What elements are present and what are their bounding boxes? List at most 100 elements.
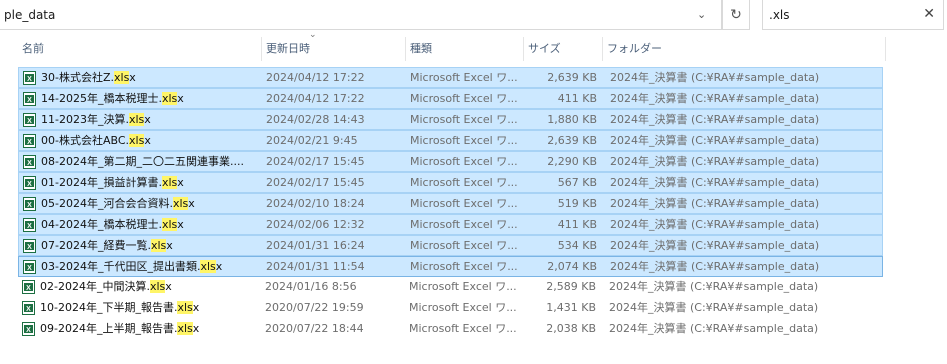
excel-file-icon: X [23, 134, 36, 148]
file-folder: 2024年_決算書 (C:¥RA¥#sample_data) [610, 239, 820, 252]
file-row[interactable]: X 03-2024年_千代田区_提出書類.xlsx 2024/01/31 11:54… [18, 256, 883, 277]
svg-text:X: X [27, 244, 32, 251]
file-name-prefix: 10-2024年_下半期_報告書. [40, 301, 178, 314]
file-name[interactable]: 30-株式会社Z.xlsx [41, 68, 276, 89]
column-date[interactable]: 更新日時 [261, 37, 405, 61]
file-row[interactable]: X 04-2024年_橋本税理士.xlsx 2024/02/06 12:32 Micr… [18, 214, 883, 235]
file-type: Microsoft Excel ワ... [410, 197, 518, 210]
file-name-prefix: 03-2024年_千代田区_提出書類. [41, 260, 201, 273]
excel-file-icon: X [23, 113, 36, 127]
file-folder: 2024年_決算書 (C:¥RA¥#sample_data) [609, 322, 819, 335]
search-match-highlight: xls [129, 134, 145, 147]
file-name[interactable]: 03-2024年_千代田区_提出書類.xlsx [41, 257, 276, 278]
file-row[interactable]: X 00-株式会社ABC.xlsx 2024/02/21 9:45 Microsoft… [18, 130, 883, 151]
file-name[interactable]: 14-2025年_橋本税理士.xlsx [41, 89, 276, 110]
search-input[interactable]: .xls [769, 8, 790, 22]
excel-file-icon: X [23, 239, 36, 253]
file-name-suffix: x [215, 260, 223, 273]
file-row[interactable]: X 14-2025年_橋本税理士.xlsx 2024/04/12 17:22 Micr… [18, 88, 883, 109]
close-icon[interactable]: ✕ [923, 6, 935, 22]
file-type: Microsoft Excel ワ... [409, 280, 517, 293]
file-name-suffix: x [177, 218, 184, 231]
file-name-suffix: x [144, 134, 151, 147]
file-name[interactable]: 02-2024年_中間決算.xlsx [40, 277, 275, 298]
search-match-highlight: xls [149, 280, 166, 293]
svg-text:X: X [27, 160, 32, 167]
file-name[interactable]: 10-2024年_下半期_報告書.xlsx [40, 298, 275, 319]
file-name-prefix: 02-2024年_中間決算. [40, 280, 150, 293]
file-row[interactable]: X 10-2024年_下半期_報告書.xlsx 2020/07/22 19:59 Mi… [18, 298, 883, 319]
file-size: 567 KB [557, 176, 597, 189]
file-folder: 2024年_決算書 (C:¥RA¥#sample_data) [610, 155, 820, 168]
chevron-down-icon[interactable]: ⌄ [697, 8, 706, 21]
file-name[interactable]: 04-2024年_橋本税理士.xlsx [41, 215, 276, 236]
excel-file-icon: X [23, 260, 36, 274]
excel-file-icon: X [23, 218, 36, 232]
file-name-suffix: x [144, 113, 151, 126]
file-name[interactable]: 08-2024年_第二期_二〇二五関連事業.... [41, 152, 276, 173]
excel-file-icon: X [22, 301, 35, 315]
column-size[interactable]: サイズ [523, 37, 602, 61]
file-name[interactable]: 11-2023年_決算.xlsx [41, 110, 276, 131]
file-name-prefix: 04-2024年_橋本税理士. [41, 218, 162, 231]
file-folder: 2024年_決算書 (C:¥RA¥#sample_data) [610, 197, 820, 210]
file-name-suffix: x [192, 301, 200, 314]
file-row[interactable]: X 02-2024年_中間決算.xlsx 2024/01/16 8:56 Micros… [18, 277, 883, 298]
file-name-suffix: x [188, 197, 195, 210]
file-name-prefix: 30-株式会社Z. [41, 71, 114, 84]
svg-text:X: X [27, 97, 32, 104]
file-row[interactable]: X 08-2024年_第二期_二〇二五関連事業.... 2024/02/17 15:… [18, 151, 883, 172]
column-type[interactable]: 種類 [405, 37, 523, 61]
file-row[interactable]: X 05-2024年_河合会合資料.xlsx 2024/02/10 18:24 Mic… [18, 193, 883, 214]
file-type: Microsoft Excel ワ... [410, 176, 518, 189]
file-folder: 2024年_決算書 (C:¥RA¥#sample_data) [610, 176, 820, 189]
column-header: 名前 更新日時 種類 サイズ フォルダー [18, 37, 886, 61]
file-name[interactable]: 01-2024年_損益計算書.xlsx [41, 173, 276, 194]
file-list: X 30-株式会社Z.xlsx 2024/04/12 17:22 Microsoft … [18, 67, 883, 340]
file-name-prefix: 14-2025年_橋本税理士. [41, 92, 162, 105]
file-size: 2,639 KB [547, 134, 597, 147]
file-folder: 2024年_決算書 (C:¥RA¥#sample_data) [610, 218, 820, 231]
file-row[interactable]: X 11-2023年_決算.xlsx 2024/02/28 14:43 Microso… [18, 109, 883, 130]
column-folder[interactable]: フォルダー [602, 37, 886, 61]
file-name-prefix: 07-2024年_経費一覧. [41, 239, 151, 252]
file-size: 2,074 KB [547, 260, 597, 273]
file-name-prefix: 08-2024年_第二期_二〇二五関連事業.... [41, 155, 244, 168]
excel-file-icon: X [23, 92, 36, 106]
file-row[interactable]: X 30-株式会社Z.xlsx 2024/04/12 17:22 Microsoft … [18, 67, 883, 88]
file-size: 2,038 KB [546, 322, 596, 335]
file-name[interactable]: 05-2024年_河合会合資料.xlsx [41, 194, 276, 215]
refresh-button[interactable]: ↻ [722, 0, 750, 30]
search-box[interactable]: .xls ✕ [762, 0, 944, 30]
file-name-prefix: 09-2024年_上半期_報告書. [40, 322, 178, 335]
column-name[interactable]: 名前 [18, 37, 261, 61]
file-name[interactable]: 07-2024年_経費一覧.xlsx [41, 236, 276, 257]
file-folder: 2024年_決算書 (C:¥RA¥#sample_data) [610, 113, 820, 126]
excel-file-icon: X [22, 280, 35, 294]
address-path[interactable]: ple_data [4, 8, 55, 22]
file-type: Microsoft Excel ワ... [410, 71, 518, 84]
search-match-highlight: xls [161, 92, 178, 105]
file-date: 2024/02/06 12:32 [266, 218, 365, 231]
file-row[interactable]: X 07-2024年_経費一覧.xlsx 2024/01/31 16:24 Micro… [18, 235, 883, 256]
svg-text:X: X [27, 118, 32, 125]
refresh-icon: ↻ [730, 6, 742, 23]
file-date: 2024/02/10 18:24 [266, 197, 365, 210]
file-row[interactable]: X 09-2024年_上半期_報告書.xlsx 2020/07/22 18:44 Mi… [18, 319, 883, 340]
sort-caret-icon: ⌄ [309, 30, 317, 40]
svg-text:X: X [27, 202, 32, 209]
file-date: 2024/04/12 17:22 [266, 71, 365, 84]
file-type: Microsoft Excel ワ... [410, 134, 518, 147]
file-name[interactable]: 09-2024年_上半期_報告書.xlsx [40, 319, 275, 340]
address-bar[interactable]: ple_data ⌄ [0, 0, 722, 30]
file-type: Microsoft Excel ワ... [410, 260, 518, 273]
file-folder: 2024年_決算書 (C:¥RA¥#sample_data) [610, 134, 820, 147]
search-match-highlight: xls [150, 239, 167, 252]
file-name[interactable]: 00-株式会社ABC.xlsx [41, 131, 276, 152]
file-folder: 2024年_決算書 (C:¥RA¥#sample_data) [609, 301, 819, 314]
search-match-highlight: xls [177, 301, 193, 314]
search-match-highlight: xls [128, 113, 145, 126]
file-row[interactable]: X 01-2024年_損益計算書.xlsx 2024/02/17 15:45 Micr… [18, 172, 883, 193]
svg-text:X: X [27, 265, 32, 272]
search-match-highlight: xls [161, 176, 178, 189]
